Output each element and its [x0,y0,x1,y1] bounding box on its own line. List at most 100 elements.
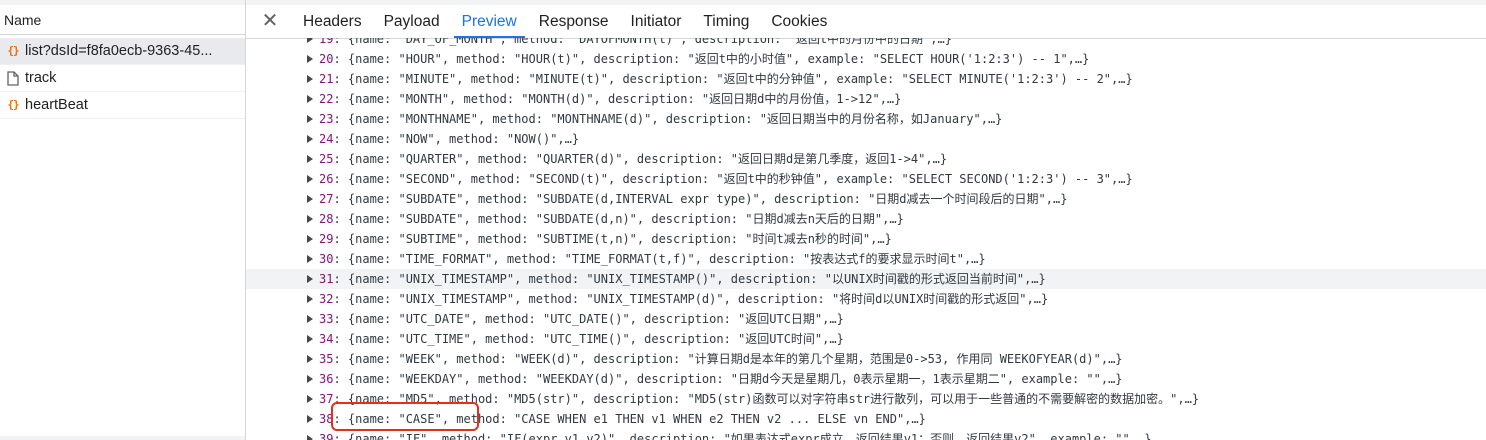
array-index: 36 [319,372,334,386]
request-item-track[interactable]: track [0,65,245,92]
expand-triangle-icon[interactable] [307,295,313,303]
expand-triangle-icon[interactable] [307,38,313,43]
expand-triangle-icon[interactable] [307,235,313,243]
expand-triangle-icon[interactable] [307,75,313,83]
json-tree-row[interactable]: 36: {name: "WEEKDAY", method: "WEEKDAY(d… [246,369,1486,389]
index-separator: : [333,332,348,346]
json-tree-row-content: 21: {name: "MINUTE", method: "MINUTE(t)"… [319,69,1133,89]
expand-triangle-icon[interactable] [307,195,313,203]
object-preview: {name: "HOUR", method: "HOUR(t)", descri… [347,52,1090,66]
json-tree-row-content: 19: {name: "DAY_OF_MONTH", method: "DAYO… [319,38,952,49]
json-tree-row[interactable]: 29: {name: "SUBTIME", method: "SUBTIME(t… [246,229,1486,249]
json-tree-row[interactable]: 35: {name: "WEEK", method: "WEEK(d)", de… [246,349,1486,369]
object-preview: {name: "MONTHNAME", method: "MONTHNAME(d… [347,112,1003,126]
expand-triangle-icon[interactable] [307,375,313,383]
json-tree-row[interactable]: 27: {name: "SUBDATE", method: "SUBDATE(d… [246,189,1486,209]
json-tree-row[interactable]: 31: {name: "UNIX_TIMESTAMP", method: "UN… [246,269,1486,289]
object-preview: {name: "MINUTE", method: "MINUTE(t)", de… [347,72,1133,86]
detail-tabbar: ✕ Headers Payload Preview Response Initi… [246,0,1486,39]
request-list: {} list?dsId=f8fa0ecb-9363-45... track {… [0,38,245,119]
json-tree-row[interactable]: 20: {name: "HOUR", method: "HOUR(t)", de… [246,49,1486,69]
index-separator: : [333,172,348,186]
json-tree-row-content: 20: {name: "HOUR", method: "HOUR(t)", de… [319,49,1089,69]
json-tree-row[interactable]: 34: {name: "UTC_TIME", method: "UTC_TIME… [246,329,1486,349]
array-index: 39 [319,432,334,440]
tab-initiator[interactable]: Initiator [620,5,693,38]
array-index: 32 [319,292,334,306]
expand-triangle-icon[interactable] [307,175,313,183]
json-tree-row[interactable]: 25: {name: "QUARTER", method: "QUARTER(d… [246,149,1486,169]
tab-cookies[interactable]: Cookies [760,5,838,38]
array-index: 29 [319,232,334,246]
json-tree-row[interactable]: 33: {name: "UTC_DATE", method: "UTC_DATE… [246,309,1486,329]
json-tree-row-content: 25: {name: "QUARTER", method: "QUARTER(d… [319,149,947,169]
expand-triangle-icon[interactable] [307,255,313,263]
object-preview: {name: "UTC_DATE", method: "UTC_DATE()",… [347,312,844,326]
tab-headers[interactable]: Headers [292,5,373,38]
expand-triangle-icon[interactable] [307,435,313,440]
json-tree-row-content: 31: {name: "UNIX_TIMESTAMP", method: "UN… [319,269,1046,289]
object-preview: {name: "IF", method: "IF(expr,v1,v2)", d… [347,432,1152,440]
index-separator: : [333,192,348,206]
expand-triangle-icon[interactable] [307,155,313,163]
expand-triangle-icon[interactable] [307,215,313,223]
object-preview: {name: "SUBDATE", method: "SUBDATE(d,INT… [347,192,1068,206]
json-tree-row[interactable]: 21: {name: "MINUTE", method: "MINUTE(t)"… [246,69,1486,89]
index-separator: : [333,112,348,126]
name-column-header[interactable]: Name [0,5,245,35]
object-preview: {name: "DAY_OF_MONTH", method: "DAYOFMON… [347,38,952,46]
request-detail-panel: ✕ Headers Payload Preview Response Initi… [246,0,1486,440]
expand-triangle-icon[interactable] [307,55,313,63]
array-index: 31 [319,272,334,286]
json-tree: 19: {name: "DAY_OF_MONTH", method: "DAYO… [246,38,1486,440]
document-icon [4,69,22,87]
expand-triangle-icon[interactable] [307,415,313,423]
object-preview: {name: "MONTH", method: "MONTH(d)", desc… [347,92,902,106]
request-item-list[interactable]: {} list?dsId=f8fa0ecb-9363-45... [0,38,245,65]
close-icon[interactable]: ✕ [258,9,282,33]
json-tree-row[interactable]: 26: {name: "SECOND", method: "SECOND(t)"… [246,169,1486,189]
json-tree-row-content: 29: {name: "SUBTIME", method: "SUBTIME(t… [319,229,892,249]
json-tree-row[interactable]: 24: {name: "NOW", method: "NOW()",…} [246,129,1486,149]
expand-triangle-icon[interactable] [307,95,313,103]
object-preview: {name: "SUBDATE", method: "SUBDATE(d,n)"… [347,212,904,226]
request-item-heartbeat[interactable]: {} heartBeat [0,92,245,119]
expand-triangle-icon[interactable] [307,115,313,123]
expand-triangle-icon[interactable] [307,315,313,323]
expand-triangle-icon[interactable] [307,275,313,283]
json-brace-icon: {} [7,98,19,111]
tab-payload[interactable]: Payload [373,5,451,38]
json-tree-row[interactable]: 28: {name: "SUBDATE", method: "SUBDATE(d… [246,209,1486,229]
array-index: 27 [319,192,334,206]
array-index: 26 [319,172,334,186]
array-index: 20 [319,52,334,66]
json-tree-row[interactable]: 30: {name: "TIME_FORMAT", method: "TIME_… [246,249,1486,269]
index-separator: : [333,52,348,66]
json-tree-row-content: 24: {name: "NOW", method: "NOW()",…} [319,129,579,149]
index-separator: : [333,92,348,106]
expand-triangle-icon[interactable] [307,355,313,363]
array-index: 28 [319,212,334,226]
index-separator: : [333,372,348,386]
json-tree-row[interactable]: 32: {name: "UNIX_TIMESTAMP", method: "UN… [246,289,1486,309]
json-tree-row-content: 22: {name: "MONTH", method: "MONTH(d)", … [319,89,901,109]
tab-response[interactable]: Response [528,5,620,38]
json-tree-row-content: 27: {name: "SUBDATE", method: "SUBDATE(d… [319,189,1067,209]
object-preview: {name: "WEEK", method: "WEEK(d)", descri… [347,352,1123,366]
request-item-label: list?dsId=f8fa0ecb-9363-45... [25,43,213,59]
expand-triangle-icon[interactable] [307,335,313,343]
json-tree-row[interactable]: 22: {name: "MONTH", method: "MONTH(d)", … [246,89,1486,109]
object-preview: {name: "WEEKDAY", method: "WEEKDAY(d)", … [347,372,1123,386]
tab-timing[interactable]: Timing [692,5,760,38]
index-separator: : [333,232,348,246]
expand-triangle-icon[interactable] [307,135,313,143]
array-index: 19 [319,38,334,46]
json-tree-row[interactable]: 23: {name: "MONTHNAME", method: "MONTHNA… [246,109,1486,129]
detail-tabs: Headers Payload Preview Response Initiat… [292,5,838,38]
expand-triangle-icon[interactable] [307,395,313,403]
array-index: 23 [319,112,334,126]
index-separator: : [333,292,348,306]
annotation-highlight-box [331,402,479,431]
tab-preview[interactable]: Preview [451,5,528,38]
json-tree-row[interactable]: 19: {name: "DAY_OF_MONTH", method: "DAYO… [246,38,1486,49]
